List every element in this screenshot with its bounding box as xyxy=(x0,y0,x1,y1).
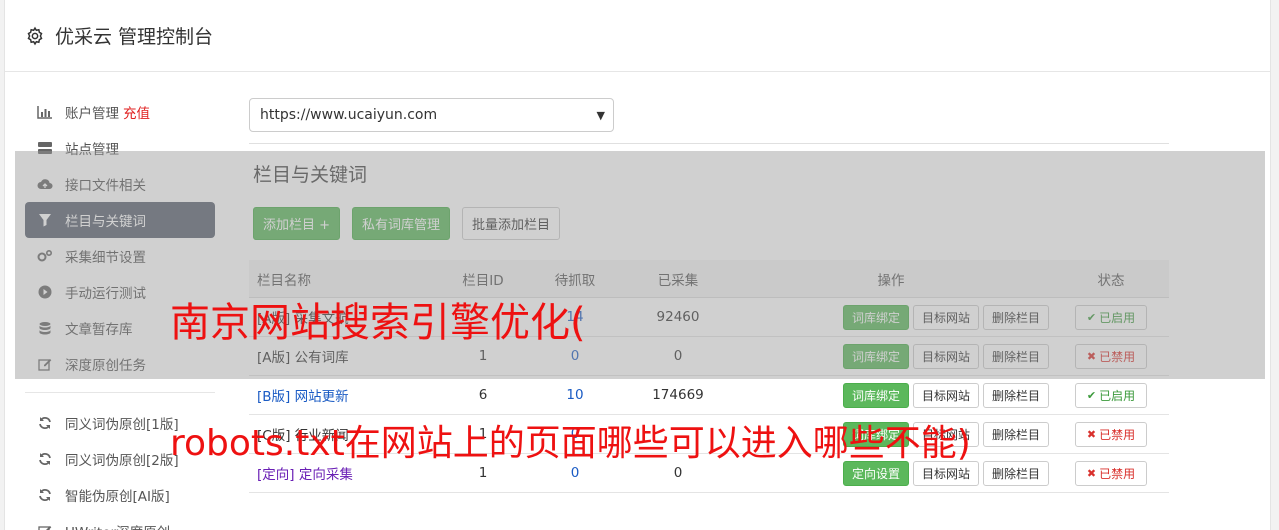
table-row: [B版] 网站更新 6 10 174669 词库绑定 目标网站 删除栏目 ✔ 已启用 xyxy=(249,376,1169,415)
sidebar-divider xyxy=(25,392,215,393)
status-toggle[interactable]: ✖ 已禁用 xyxy=(1075,460,1147,486)
row-ops: 词库绑定 目标网站 删除栏目 xyxy=(733,382,1053,408)
divider xyxy=(249,143,1169,144)
sidebar-item-uwriter[interactable]: UWriter深度原创 xyxy=(25,513,215,530)
refresh-icon xyxy=(37,415,53,431)
pending-count: 10 xyxy=(566,387,584,403)
sidebar-item-label: 同义词伪原创[1版] xyxy=(65,417,179,433)
site-select[interactable]: https://www.ucaiyun.com ▼ xyxy=(249,98,614,132)
sidebar-item-ai-rewrite[interactable]: 智能伪原创[AI版] xyxy=(25,477,215,513)
site-select-value: https://www.ucaiyun.com xyxy=(260,107,438,123)
app-title: 优采云 管理控制台 xyxy=(55,26,214,48)
column-id: 1 xyxy=(478,465,488,481)
chevron-down-icon: ▼ xyxy=(596,108,605,122)
recharge-link[interactable]: 充值 xyxy=(123,102,150,122)
watermark-line-2: robots.txt在网站上的页面哪些可以进入哪些不能) xyxy=(170,423,971,464)
status-cell: ✖ 已禁用 xyxy=(1053,460,1169,486)
column-prefix: [定向] xyxy=(257,467,295,483)
refresh-icon xyxy=(37,451,53,467)
status-label: 已禁用 xyxy=(1099,466,1136,481)
gear-icon xyxy=(27,26,43,45)
cross-icon: ✖ xyxy=(1086,427,1097,441)
cross-icon: ✖ xyxy=(1086,466,1097,480)
sidebar-item-label: UWriter深度原创 xyxy=(65,521,170,530)
check-icon: ✔ xyxy=(1086,388,1097,402)
sidebar-item-account[interactable]: 账户管理 充值 xyxy=(25,94,215,130)
sidebar-item-label: 同义词伪原创[2版] xyxy=(65,453,179,469)
status-cell: ✔ 已启用 xyxy=(1053,382,1169,408)
watermark-line-1: 南京网站搜索引擎优化( xyxy=(170,300,586,346)
sidebar-item-label: 账户管理 xyxy=(65,106,119,122)
collected-count: 174669 xyxy=(652,387,704,403)
delete-column-button[interactable]: 删除栏目 xyxy=(982,460,1049,486)
column-name[interactable]: [B版] 网站更新 xyxy=(249,385,439,405)
bar-chart-icon xyxy=(37,104,53,120)
bind-lib-button[interactable]: 词库绑定 xyxy=(842,382,909,408)
status-label: 已启用 xyxy=(1099,388,1136,403)
status-label: 已禁用 xyxy=(1099,427,1136,442)
collected-count: 0 xyxy=(673,465,683,481)
target-site-button[interactable]: 目标网站 xyxy=(912,382,979,408)
delete-column-button[interactable]: 删除栏目 xyxy=(982,382,1049,408)
column-id: 6 xyxy=(478,387,488,403)
column-title: 定向采集 xyxy=(298,467,353,483)
pending-count: 0 xyxy=(570,465,580,481)
delete-column-button[interactable]: 删除栏目 xyxy=(982,421,1049,447)
status-toggle[interactable]: ✖ 已禁用 xyxy=(1075,421,1147,447)
sidebar-item-label: 智能伪原创[AI版] xyxy=(65,489,170,505)
edit-icon xyxy=(37,523,53,530)
column-title: 网站更新 xyxy=(294,389,349,405)
status-toggle[interactable]: ✔ 已启用 xyxy=(1075,382,1147,408)
column-name[interactable]: [定向] 定向采集 xyxy=(249,463,439,483)
top-bar: 优采云 管理控制台 xyxy=(5,0,1270,72)
column-prefix: [B版] xyxy=(257,389,291,405)
status-cell: ✖ 已禁用 xyxy=(1053,421,1169,447)
refresh-icon xyxy=(37,487,53,503)
